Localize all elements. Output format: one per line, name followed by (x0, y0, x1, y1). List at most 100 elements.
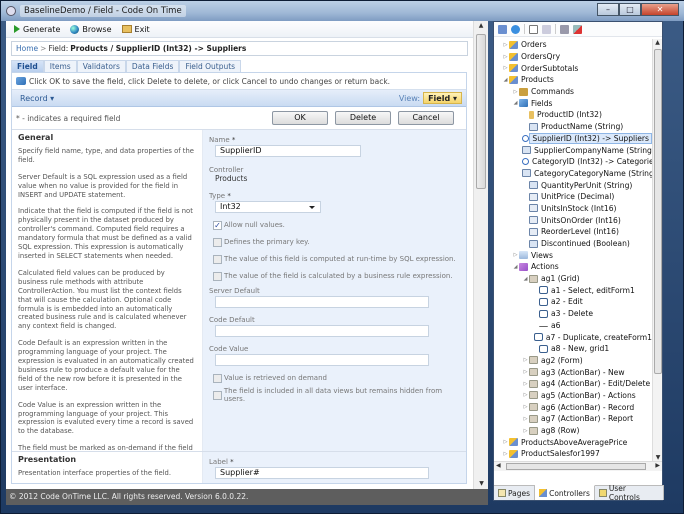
tree-node[interactable]: ▷ ag7 (ActionBar) - Report (494, 413, 652, 425)
expand-toggle-icon[interactable]: ◢ (522, 276, 529, 282)
close-button[interactable]: ✕ (641, 3, 679, 16)
tree-node[interactable]: SupplierID (Int32) -> Suppliers (494, 132, 652, 145)
tree-node[interactable]: ▷ ProductsAboveAveragePrice (494, 436, 652, 448)
calculated-checkbox[interactable]: The value of the field is calculated by … (213, 271, 462, 281)
label-input[interactable]: Supplier# (215, 467, 429, 479)
validate-icon[interactable] (573, 24, 582, 34)
expand-toggle-icon[interactable]: ▷ (522, 381, 529, 387)
type-select[interactable]: Int32 (215, 201, 321, 213)
tree-node[interactable]: ProductName (String) (494, 121, 652, 133)
tree-hscrollbar[interactable]: ◀ ▶ (494, 461, 662, 471)
cancel-button[interactable]: Cancel (398, 111, 454, 125)
tree-node[interactable]: ▷ ag8 (Row) (494, 425, 652, 437)
scroll-up-icon[interactable]: ▲ (653, 39, 662, 46)
tree-node[interactable]: ▷ ag4 (ActionBar) - Edit/Delete (494, 378, 652, 390)
allow-null-checkbox[interactable]: ✓ Allow null values. (213, 220, 462, 230)
expand-toggle-icon[interactable]: ▷ (522, 392, 529, 398)
expand-toggle-icon[interactable]: ▷ (522, 404, 529, 410)
tree-node[interactable]: ▷ ag6 (ActionBar) - Record (494, 401, 652, 413)
tree-node[interactable]: ◢ Actions (494, 261, 652, 273)
tree-node[interactable]: QuantityPerUnit (String) (494, 179, 652, 191)
expand-toggle-icon[interactable]: ▷ (522, 369, 529, 375)
tree-scrollbar[interactable]: ▲ ▼ (652, 39, 662, 461)
ok-button[interactable]: OK (272, 111, 328, 125)
server-default-input[interactable] (215, 296, 429, 308)
tree-node[interactable]: ▷ ag3 (ActionBar) - New (494, 366, 652, 378)
expand-toggle-icon[interactable]: ▷ (522, 357, 529, 363)
record-menu[interactable]: Record ▾ (20, 94, 54, 103)
tree-node[interactable]: UnitPrice (Decimal) (494, 191, 652, 203)
expand-toggle-icon[interactable]: ◢ (512, 264, 519, 270)
list-icon[interactable] (542, 24, 551, 34)
hidden-checkbox[interactable]: The field is included in all data views … (213, 387, 462, 403)
view-selector[interactable]: Field ▾ (423, 92, 462, 104)
scroll-down-icon[interactable]: ▼ (474, 479, 489, 489)
scroll-right-icon[interactable]: ▶ (655, 462, 660, 469)
tree-node[interactable]: SupplierCompanyName (String) (494, 144, 652, 156)
delete-button[interactable]: Delete (335, 111, 391, 125)
generate-button[interactable]: Generate (14, 25, 60, 34)
tree-node[interactable]: ◢ Fields (494, 97, 652, 109)
expand-toggle-icon[interactable]: ▷ (522, 416, 529, 422)
tree-node[interactable]: a8 - New, grid1 (494, 343, 652, 355)
expand-toggle-icon[interactable]: ▷ (502, 65, 509, 71)
code-value-input[interactable] (215, 354, 429, 366)
scroll-left-icon[interactable]: ◀ (496, 462, 501, 469)
tree-node[interactable]: ▷ ag5 (ActionBar) - Actions (494, 390, 652, 402)
tree-node[interactable]: ▷ Orders (494, 39, 652, 51)
tree-node[interactable]: UnitsOnOrder (Int16) (494, 214, 652, 226)
tab-controllers[interactable]: Controllers (535, 485, 595, 500)
expand-toggle-icon[interactable]: ▷ (502, 439, 509, 445)
tree-node[interactable]: ▷ OrdersQry (494, 51, 652, 63)
expand-toggle-icon[interactable]: ▷ (512, 89, 519, 95)
expand-toggle-icon[interactable]: ▷ (522, 428, 529, 434)
expand-toggle-icon[interactable]: ▷ (502, 451, 509, 457)
tree-node[interactable]: ▷ Views (494, 249, 652, 261)
tree-node[interactable]: CategoryCategoryName (String) (494, 168, 652, 180)
refresh-icon[interactable] (511, 24, 520, 34)
tab-pages[interactable]: Pages (494, 486, 536, 500)
scroll-thumb[interactable] (476, 34, 486, 189)
tree-node[interactable]: a1 - Select, editForm1 (494, 284, 652, 296)
tree-node[interactable]: Discontinued (Boolean) (494, 238, 652, 250)
new-icon[interactable] (529, 24, 538, 34)
minimize-button[interactable]: – (597, 3, 619, 16)
exit-button[interactable]: Exit (121, 25, 150, 34)
tree-node[interactable]: ◢ ag1 (Grid) (494, 273, 652, 285)
breadcrumb-home-link[interactable]: Home (16, 44, 38, 53)
sync-icon[interactable] (498, 24, 507, 34)
tree-node[interactable]: a6 (494, 320, 652, 332)
maximize-button[interactable]: □ (619, 3, 641, 16)
tab-user-controls[interactable]: User Controls (595, 484, 664, 502)
computed-checkbox[interactable]: The value of this field is computed at r… (213, 254, 462, 264)
tab-validators[interactable]: Validators (76, 60, 126, 72)
tree-node[interactable]: a7 - Duplicate, createForm1 (494, 331, 652, 343)
tab-field[interactable]: Field (11, 60, 44, 72)
tree-node[interactable]: UnitsInStock (Int16) (494, 203, 652, 215)
grid-icon[interactable] (560, 24, 569, 34)
tree-node[interactable]: ▷ ProductSalesfor1997 (494, 448, 652, 460)
tree-node[interactable]: ◢ Products (494, 74, 652, 86)
primary-key-checkbox[interactable]: Defines the primary key. (213, 237, 462, 247)
tree-node[interactable]: a2 - Edit (494, 296, 652, 308)
tab-field-outputs[interactable]: Field Outputs (179, 60, 242, 72)
hscroll-thumb[interactable] (506, 463, 646, 470)
code-default-input[interactable] (215, 325, 429, 337)
tree-node[interactable]: ReorderLevel (Int16) (494, 226, 652, 238)
tree-node[interactable]: a3 - Delete (494, 308, 652, 320)
scroll-up-icon[interactable]: ▲ (474, 21, 488, 31)
scroll-down-icon[interactable]: ▼ (653, 454, 663, 461)
name-input[interactable]: SupplierID (215, 145, 361, 157)
expand-toggle-icon[interactable]: ▷ (502, 42, 509, 48)
browse-button[interactable]: Browse (70, 24, 112, 34)
tree-node[interactable]: CategoryID (Int32) -> Categories (494, 156, 652, 168)
expand-toggle-icon[interactable]: ◢ (502, 77, 509, 83)
main-scrollbar[interactable]: ▲ ▼ (473, 21, 488, 489)
tab-data-fields[interactable]: Data Fields (125, 60, 180, 72)
tree-node[interactable]: ▷ ag2 (Form) (494, 355, 652, 367)
tree-node[interactable]: ▷ OrderSubtotals (494, 62, 652, 74)
tree-node[interactable]: ProductID (Int32) (494, 109, 652, 121)
tree-node[interactable]: ▷ Commands (494, 86, 652, 98)
tab-items[interactable]: Items (43, 60, 77, 72)
expand-toggle-icon[interactable]: ◢ (512, 100, 519, 106)
